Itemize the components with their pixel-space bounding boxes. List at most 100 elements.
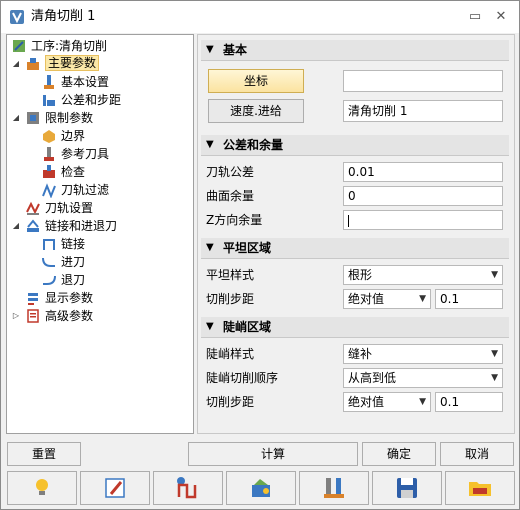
- section-steep-header[interactable]: ▼ 陡峭区域: [201, 317, 509, 338]
- tree-item-label: 刀轨设置: [45, 201, 94, 215]
- coordinate-button[interactable]: 坐标: [208, 69, 304, 93]
- basic-settings-icon: [44, 75, 54, 89]
- help-icon[interactable]: ▭: [467, 9, 483, 25]
- reset-button[interactable]: 重置: [7, 442, 81, 466]
- tree-item-label: 边界: [61, 129, 86, 143]
- open-folder-icon: [469, 482, 491, 496]
- tree-item-label: 显示参数: [45, 291, 94, 305]
- tree-item-main-params[interactable]: ◢ 主要参数: [11, 55, 191, 73]
- collapse-triangle-icon[interactable]: ▼: [206, 43, 214, 57]
- collapse-triangle-icon[interactable]: ▼: [206, 138, 214, 152]
- steep-order-select[interactable]: 从高到低 ▼: [343, 368, 503, 388]
- title-bar: 清角切削 1 ▭ ✕: [1, 1, 519, 33]
- window-title: 清角切削 1: [31, 9, 96, 24]
- section-tolerance-header[interactable]: ▼ 公差和余量: [201, 135, 509, 156]
- link-icon: [43, 239, 55, 250]
- edit-button[interactable]: [80, 471, 150, 505]
- check-icon: [43, 165, 55, 178]
- link-lead-icon: [27, 219, 39, 232]
- boundary-icon: [43, 130, 55, 143]
- steep-order-value: 从高到低: [348, 371, 397, 385]
- steep-step-label: 切削步距: [206, 395, 255, 409]
- z-allowance-input[interactable]: [343, 210, 503, 230]
- z-allowance-label: Z方向余量: [206, 213, 263, 227]
- dropdown-arrow-icon: ▼: [419, 397, 426, 407]
- bulb-button[interactable]: [7, 471, 77, 505]
- dropdown-arrow-icon: ▼: [491, 349, 498, 359]
- lead-out-icon: [43, 275, 56, 285]
- ok-button[interactable]: 确定: [362, 442, 436, 466]
- steep-step-mode-value: 绝对值: [348, 395, 385, 409]
- section-basic-header[interactable]: ▼ 基本: [201, 40, 509, 61]
- flat-step-label: 切削步距: [206, 292, 255, 306]
- dropdown-arrow-icon: ▼: [491, 373, 498, 383]
- open-folder-button[interactable]: [445, 471, 515, 505]
- tree-item-label: 刀轨过滤: [61, 183, 110, 197]
- tree-item-label: 链接和进退刀: [45, 219, 118, 233]
- bulb-icon: [36, 479, 48, 495]
- toolpath-settings-icon: [26, 201, 40, 215]
- steep-step-mode-select[interactable]: 绝对值 ▼: [343, 392, 431, 412]
- steep-step-input[interactable]: 0.1: [435, 392, 503, 412]
- flat-step-input[interactable]: 0.1: [435, 289, 503, 309]
- tools-button[interactable]: [299, 471, 369, 505]
- collapse-triangle-icon[interactable]: ▼: [206, 241, 214, 255]
- surface-allowance-input[interactable]: 0: [343, 186, 503, 206]
- tree-item-label: 限制参数: [45, 111, 94, 125]
- limit-params-icon: [27, 112, 39, 124]
- tree-item-label: 高级参数: [45, 309, 94, 323]
- edit-icon: [105, 478, 125, 498]
- tolerance-icon: [43, 95, 55, 106]
- display-params-icon: [28, 293, 38, 305]
- collapse-triangle-icon[interactable]: ▼: [206, 320, 214, 334]
- coordinate-field[interactable]: [343, 70, 503, 92]
- flat-step-mode-select[interactable]: 绝对值 ▼: [343, 289, 431, 309]
- section-title: 公差和余量: [223, 138, 284, 152]
- steep-style-select[interactable]: 缝补 ▼: [343, 344, 503, 364]
- toolpath-tolerance-input[interactable]: 0.01: [343, 162, 503, 182]
- settings-panel: ▼ 基本 坐标 速度.进给 清角切削 1 ▼ 公差和余量 刀轨公差 0.01 曲…: [197, 34, 515, 434]
- collapse-icon[interactable]: ◢: [11, 217, 21, 235]
- section-title: 陡峭区域: [223, 320, 272, 334]
- close-icon[interactable]: ✕: [493, 9, 509, 25]
- cancel-button[interactable]: 取消: [440, 442, 514, 466]
- simulate-button[interactable]: [226, 471, 296, 505]
- collapse-icon[interactable]: ◢: [11, 109, 21, 127]
- steep-style-label: 陡峭样式: [206, 347, 255, 361]
- tree-item-label: 检查: [61, 165, 86, 179]
- main-params-icon: [27, 58, 39, 70]
- toolpath-icon: [177, 477, 197, 499]
- tree-item-label: 参考刀具: [61, 147, 110, 161]
- expand-icon[interactable]: ▷: [11, 307, 21, 325]
- steep-style-value: 缝补: [348, 347, 373, 361]
- section-flat-header[interactable]: ▼ 平坦区域: [201, 238, 509, 259]
- tree-root-label: 工序:清角切削: [31, 39, 108, 53]
- steep-order-label: 陡峭切削顺序: [206, 371, 279, 385]
- flat-style-label: 平坦样式: [206, 268, 255, 282]
- surface-allowance-label: 曲面余量: [206, 189, 255, 203]
- operation-icon: [13, 40, 25, 52]
- collapse-icon[interactable]: ◢: [11, 55, 21, 73]
- tree-item-label: 主要参数: [45, 55, 100, 71]
- tree-item-label: 基本设置: [61, 75, 110, 89]
- speed-feed-field[interactable]: 清角切削 1: [343, 100, 503, 122]
- save-button[interactable]: [372, 471, 442, 505]
- lead-in-icon: [42, 257, 55, 267]
- toolpath-button[interactable]: [153, 471, 223, 505]
- flat-style-value: 根形: [348, 268, 373, 282]
- simulate-icon: [252, 479, 270, 497]
- app-icon: [10, 10, 24, 24]
- compute-button[interactable]: 计算: [188, 442, 358, 466]
- reference-tool-icon: [44, 147, 54, 161]
- dialog-window: 清角切削 1 ▭ ✕ 工序:清角切削 ◢ 主要参数 基本设置 公差和步距 ◢ 限…: [0, 0, 520, 510]
- text-caret: [348, 214, 349, 227]
- tree-item-label: 公差和步距: [61, 93, 122, 107]
- save-icon: [397, 478, 417, 498]
- advanced-params-icon: [27, 309, 39, 323]
- tools-icon: [324, 478, 344, 498]
- section-title: 基本: [223, 43, 248, 57]
- tree-item-label: 链接: [61, 237, 86, 251]
- speed-feed-button[interactable]: 速度.进给: [208, 99, 304, 123]
- flat-style-select[interactable]: 根形 ▼: [343, 265, 503, 285]
- toolpath-filter-icon: [42, 183, 56, 198]
